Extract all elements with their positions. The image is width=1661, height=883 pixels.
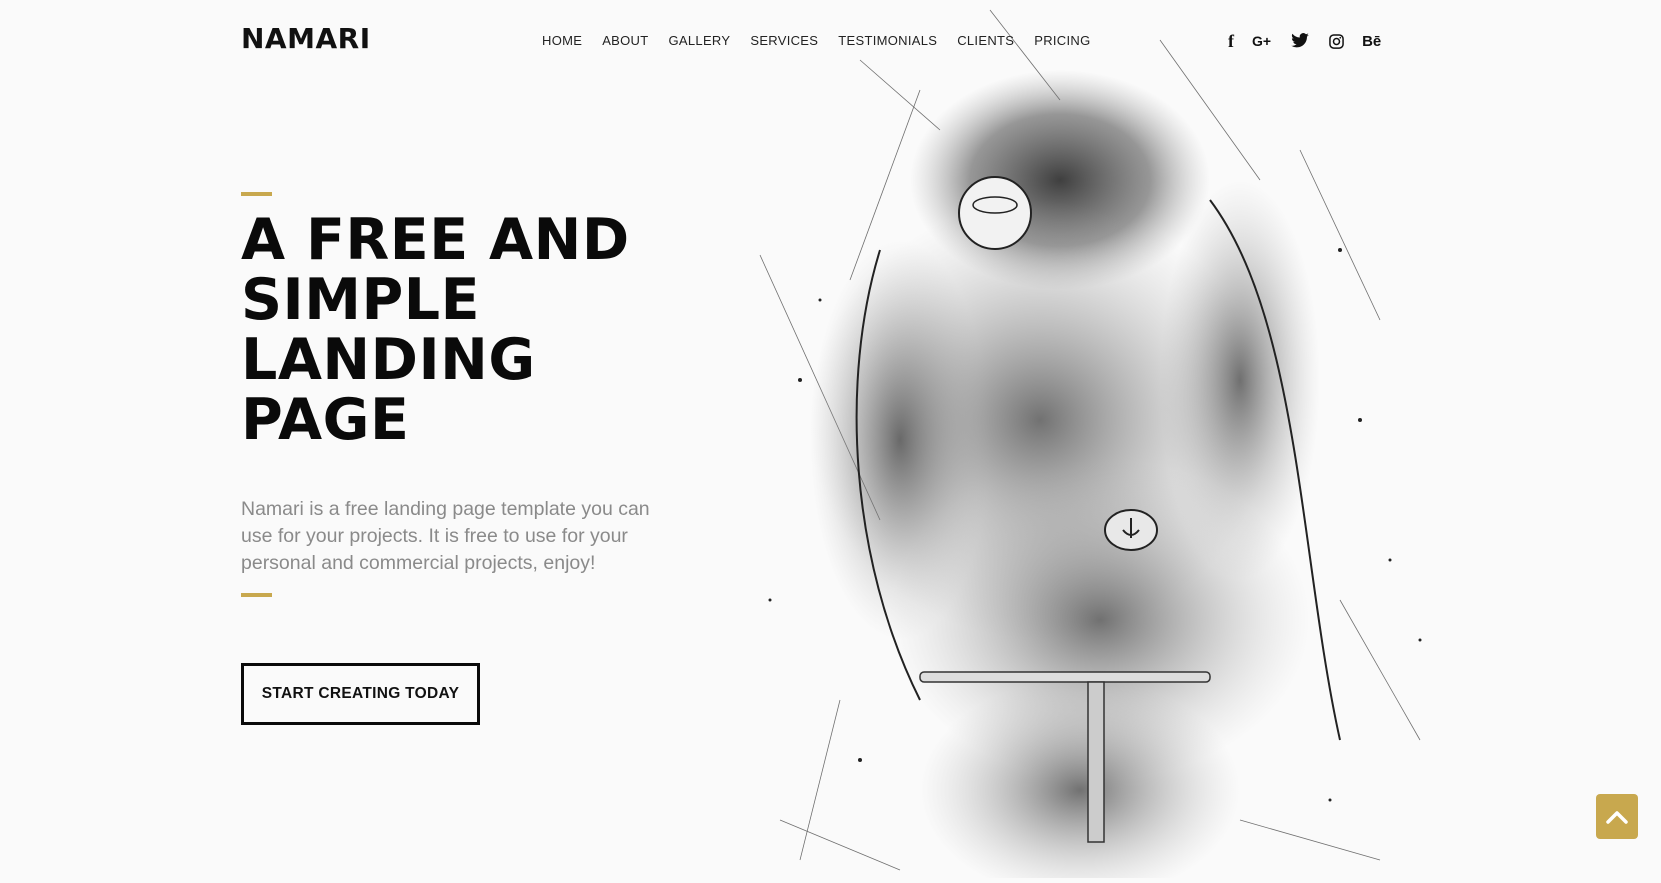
scroll-to-top-button[interactable] bbox=[1596, 794, 1638, 839]
start-creating-button[interactable]: START CREATING TODAY bbox=[241, 663, 480, 725]
hero-title-line: A FREE AND bbox=[241, 207, 630, 273]
hero-description: Namari is a free landing page template y… bbox=[241, 498, 650, 574]
chevron-up-icon bbox=[1606, 810, 1628, 824]
hero-title: A FREE AND SIMPLE LANDING PAGE bbox=[241, 210, 711, 450]
hero-title-line: PAGE bbox=[241, 387, 410, 453]
accent-line-top bbox=[241, 192, 272, 196]
nav-item-about[interactable]: ABOUT bbox=[592, 33, 658, 48]
nav-item-home[interactable]: HOME bbox=[532, 33, 592, 48]
nav-item-gallery[interactable]: GALLERY bbox=[659, 33, 741, 48]
hero-illustration bbox=[740, 0, 1500, 883]
site-logo[interactable]: NAMARI bbox=[241, 22, 371, 55]
hero-title-line: SIMPLE bbox=[241, 267, 481, 333]
accent-line-bottom bbox=[241, 593, 272, 597]
hero-title-line: LANDING bbox=[241, 327, 536, 393]
